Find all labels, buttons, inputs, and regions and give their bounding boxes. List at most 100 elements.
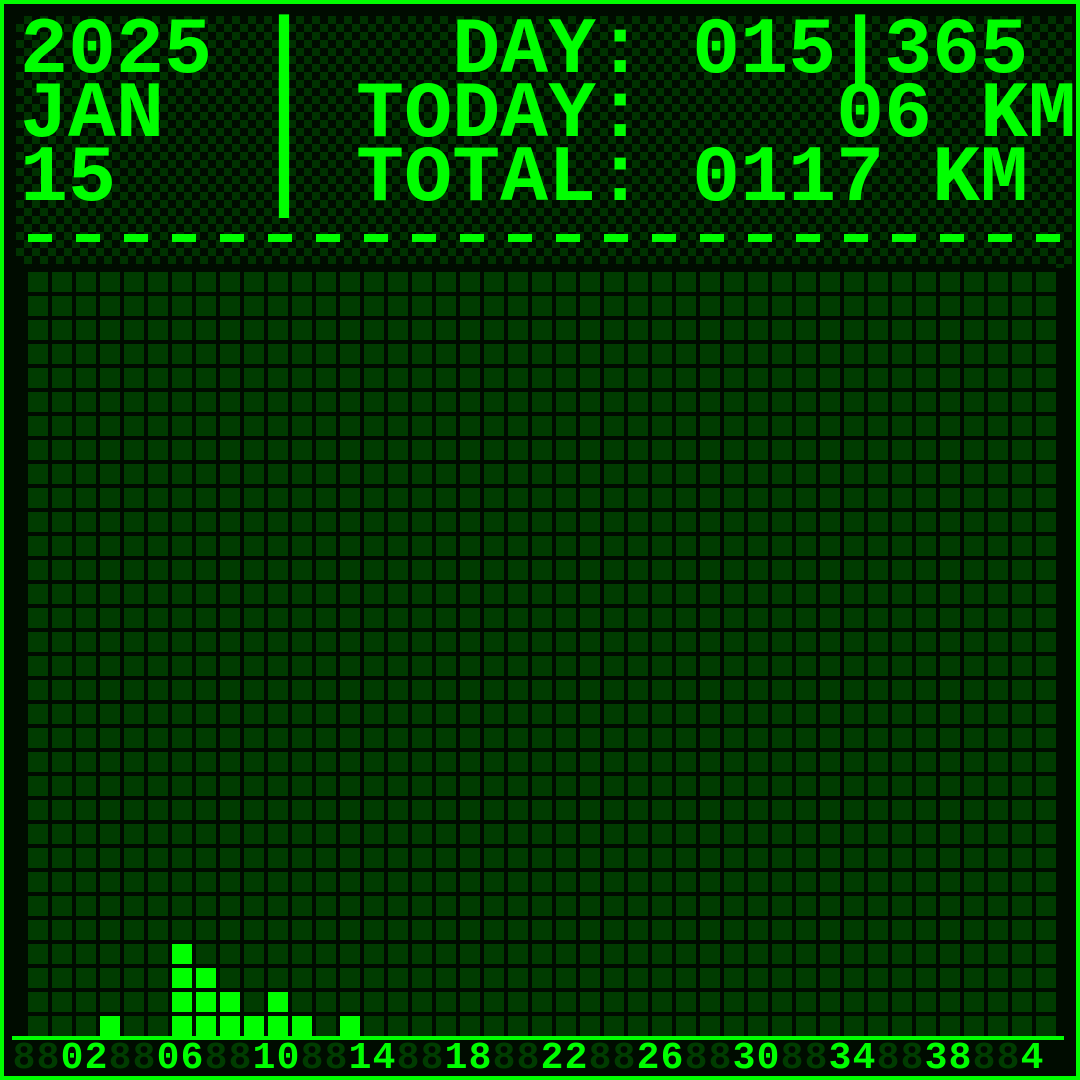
grid-cell [580, 512, 600, 532]
grid-cell [748, 440, 768, 460]
grid-cell [940, 632, 960, 652]
grid-cell [292, 344, 312, 364]
dash [116, 206, 164, 270]
grid-cell [340, 368, 360, 388]
grid-cell [580, 320, 600, 340]
grid-cell [772, 416, 792, 436]
grid-cell [412, 272, 432, 292]
grid-cell [52, 968, 72, 988]
grid-cell [436, 920, 456, 940]
grid-cell [196, 512, 216, 532]
grid-cell [1036, 656, 1056, 676]
grid-cell [364, 632, 384, 652]
grid-cell [28, 656, 48, 676]
grid-cell [940, 272, 960, 292]
grid-cell [412, 704, 432, 724]
grid-cell [772, 896, 792, 916]
dash [164, 206, 212, 270]
grid-cell [532, 632, 552, 652]
grid-cell [868, 1016, 888, 1036]
grid-cell [556, 488, 576, 508]
grid-cell [28, 512, 48, 532]
grid-cell [436, 728, 456, 748]
grid-cell [988, 704, 1008, 724]
grid-cell [220, 656, 240, 676]
grid-cell [628, 920, 648, 940]
grid-cell [436, 560, 456, 580]
grid-cell [1036, 728, 1056, 748]
grid-cell [172, 392, 192, 412]
grid-cell [628, 872, 648, 892]
ghost-digit: 8 [516, 1037, 540, 1080]
grid-cell [964, 320, 984, 340]
grid-cell [196, 584, 216, 604]
grid-cell [340, 296, 360, 316]
grid-cell [796, 800, 816, 820]
grid-cell [820, 296, 840, 316]
ghost-digit: 8 [324, 1037, 348, 1080]
grid-cell [52, 848, 72, 868]
grid-cell [124, 488, 144, 508]
grid-cell [988, 392, 1008, 412]
grid-cell [892, 920, 912, 940]
dash [932, 206, 980, 270]
grid-cell [700, 848, 720, 868]
grid-cell [1012, 680, 1032, 700]
grid-cell [172, 632, 192, 652]
grid-cell [292, 320, 312, 340]
grid-cell [940, 392, 960, 412]
grid-cell [940, 944, 960, 964]
grid-cell [652, 584, 672, 604]
grid-cell [172, 368, 192, 388]
grid-cell [100, 440, 120, 460]
grid-cell [988, 536, 1008, 556]
grid-cell [268, 296, 288, 316]
grid-cell [124, 632, 144, 652]
grid-cell [52, 320, 72, 340]
grid-cell [940, 848, 960, 868]
grid-cell [964, 296, 984, 316]
grid-cell [988, 848, 1008, 868]
grid-cell [436, 992, 456, 1012]
grid-cell [484, 680, 504, 700]
grid-cell [52, 776, 72, 796]
grid-cell [820, 776, 840, 796]
grid-cell [700, 608, 720, 628]
grid-cell [676, 560, 696, 580]
grid-cell [460, 824, 480, 844]
grid-cell [388, 896, 408, 916]
grid-cell [1036, 920, 1056, 940]
grid-cell [1012, 632, 1032, 652]
grid-cell [964, 752, 984, 772]
grid-cell [652, 488, 672, 508]
grid-cell [244, 536, 264, 556]
grid-cell [460, 896, 480, 916]
grid-cell [460, 992, 480, 1012]
grid-cell [436, 512, 456, 532]
dash [980, 206, 1028, 270]
grid-cell [148, 992, 168, 1012]
grid-cell [1012, 272, 1032, 292]
grid-cell [388, 800, 408, 820]
grid-cell [820, 488, 840, 508]
grid-cell [628, 752, 648, 772]
grid-cell [724, 464, 744, 484]
grid-cell [1036, 440, 1056, 460]
grid-cell [28, 1016, 48, 1036]
grid-cell [76, 392, 96, 412]
grid-cell [124, 272, 144, 292]
ghost-digit: 8 [684, 1037, 708, 1080]
grid-cell [244, 824, 264, 844]
grid-cell [580, 488, 600, 508]
grid-cell [796, 320, 816, 340]
grid-cell [316, 368, 336, 388]
grid-cell [220, 680, 240, 700]
grid-cell [292, 776, 312, 796]
grid-cell [844, 368, 864, 388]
grid-cell [604, 992, 624, 1012]
grid-cell [676, 608, 696, 628]
grid-cell [820, 512, 840, 532]
grid-cell [1036, 752, 1056, 772]
grid-cell [244, 800, 264, 820]
grid-cell [748, 608, 768, 628]
